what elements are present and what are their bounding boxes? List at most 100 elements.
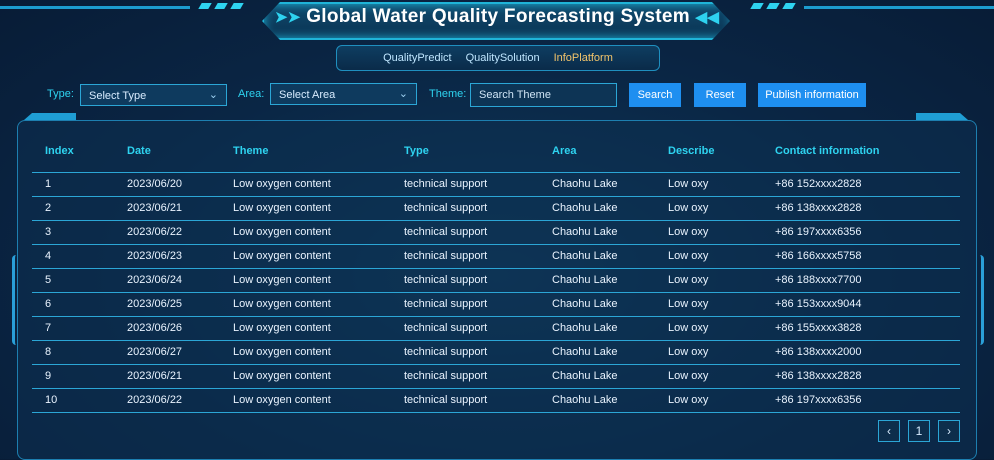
table-cell: 10 [45, 394, 58, 406]
theme-label: Theme: [429, 88, 467, 100]
page-number-button[interactable]: 1 [908, 420, 930, 442]
table-cell: +86 152xxxx2828 [775, 178, 862, 190]
table-row[interactable]: 9 2023/06/21 Low oxygen content technical s… [32, 365, 960, 389]
table-row[interactable]: 10 2023/06/22 Low oxygen content technical … [32, 389, 960, 413]
table-cell: 2023/06/21 [127, 370, 183, 382]
table-cell: technical support [404, 274, 488, 286]
table-cell: Low oxy [668, 298, 709, 310]
header: ➤➤ Global Water Quality Forecasting Syst… [0, 0, 994, 44]
type-label: Type: [47, 88, 74, 100]
table-cell: technical support [404, 394, 488, 406]
table-row[interactable]: 6 2023/06/25 Low oxygen content technical s… [32, 293, 960, 317]
title-arrows-right-icon: ◀◀ [695, 9, 720, 26]
table-body: 1 2023/06/20 Low oxygen content technical s… [32, 173, 960, 413]
table-cell: 2023/06/22 [127, 226, 183, 238]
table-cell: Chaohu Lake [552, 394, 618, 406]
table-cell: 2 [45, 202, 52, 214]
table-cell: Low oxy [668, 178, 709, 190]
chevron-right-icon: › [947, 424, 951, 438]
table-cell: +86 188xxxx7700 [775, 274, 862, 286]
table-cell: Chaohu Lake [552, 226, 618, 238]
table-row[interactable]: 3 2023/06/22 Low oxygen content technical s… [32, 221, 960, 245]
table-row[interactable]: 1 2023/06/20 Low oxygen content technical s… [32, 173, 960, 197]
table-cell: 2023/06/20 [127, 178, 183, 190]
panel-corner-left [24, 113, 76, 120]
nav-tabs: QualityPredict QualitySolution InfoPlatf… [336, 45, 660, 71]
table-cell: Low oxygen content [233, 322, 331, 334]
table-cell: 2023/06/26 [127, 322, 183, 334]
table-cell: Low oxy [668, 370, 709, 382]
theme-search-input[interactable] [470, 83, 617, 107]
table-row[interactable]: 4 2023/06/23 Low oxygen content technical s… [32, 245, 960, 269]
chevron-down-icon: ⌄ [208, 89, 218, 101]
column-header: Theme [233, 145, 269, 157]
column-header: Contact information [775, 145, 880, 157]
table-cell: Low oxygen content [233, 178, 331, 190]
table-cell: Low oxygen content [233, 370, 331, 382]
filter-bar: Type: Select Type ⌄ Area: Select Area ⌄ … [47, 83, 977, 107]
table-cell: 6 [45, 298, 52, 310]
table-cell: technical support [404, 298, 488, 310]
table-cell: Low oxy [668, 202, 709, 214]
table-cell: 2023/06/24 [127, 274, 183, 286]
prev-page-button[interactable]: ‹ [878, 420, 900, 442]
table-cell: 8 [45, 346, 52, 358]
page-title-text: Global Water Quality Forecasting System [306, 6, 690, 27]
table-cell: Low oxygen content [233, 346, 331, 358]
table-cell: +86 138xxxx2000 [775, 346, 862, 358]
table-row[interactable]: 2 2023/06/21 Low oxygen content technical s… [32, 197, 960, 221]
table-cell: 2023/06/21 [127, 202, 183, 214]
search-button[interactable]: Search [629, 83, 681, 107]
column-header: Describe [668, 145, 715, 157]
table-cell: technical support [404, 226, 488, 238]
area-select[interactable]: Select Area ⌄ [270, 83, 417, 105]
table-row[interactable]: 8 2023/06/27 Low oxygen content technical s… [32, 341, 960, 365]
table-cell: Low oxy [668, 394, 709, 406]
table-row[interactable]: 5 2023/06/24 Low oxygen content technical s… [32, 269, 960, 293]
panel-corner-right [916, 113, 968, 120]
table-cell: Low oxy [668, 250, 709, 262]
tab-quality-predict[interactable]: QualityPredict [383, 52, 451, 64]
table-cell: Low oxy [668, 346, 709, 358]
next-page-button[interactable]: › [938, 420, 960, 442]
publish-information-button[interactable]: Publish information [758, 83, 866, 107]
table-cell: Chaohu Lake [552, 322, 618, 334]
area-select-value: Select Area [279, 89, 336, 101]
table-header: Index Date Theme Type Area Describe Contact in… [32, 140, 960, 173]
table-cell: +86 197xxxx6356 [775, 394, 862, 406]
tab-quality-solution[interactable]: QualitySolution [466, 52, 540, 64]
table-cell: Low oxygen content [233, 202, 331, 214]
chevron-down-icon: ⌄ [398, 88, 408, 100]
table-cell: +86 138xxxx2828 [775, 370, 862, 382]
table-cell: +86 166xxxx5758 [775, 250, 862, 262]
table-cell: Chaohu Lake [552, 346, 618, 358]
tab-info-platform[interactable]: InfoPlatform [554, 52, 613, 64]
table-cell: +86 197xxxx6356 [775, 226, 862, 238]
table-row[interactable]: 7 2023/06/26 Low oxygen content technical s… [32, 317, 960, 341]
table-cell: Chaohu Lake [552, 202, 618, 214]
table-cell: 7 [45, 322, 52, 334]
table-cell: Chaohu Lake [552, 298, 618, 310]
table-cell: 9 [45, 370, 52, 382]
table-cell: +86 153xxxx9044 [775, 298, 862, 310]
table-cell: Low oxy [668, 274, 709, 286]
table-cell: technical support [404, 250, 488, 262]
info-table: Index Date Theme Type Area Describe Contact in… [32, 140, 960, 413]
type-select[interactable]: Select Type ⌄ [80, 84, 227, 106]
table-cell: +86 155xxxx3828 [775, 322, 862, 334]
table-cell: Low oxy [668, 226, 709, 238]
table-cell: technical support [404, 370, 488, 382]
chevron-left-icon: ‹ [887, 424, 891, 438]
column-header: Area [552, 145, 577, 157]
type-select-value: Select Type [89, 90, 147, 102]
table-cell: Low oxygen content [233, 298, 331, 310]
table-cell: Low oxygen content [233, 394, 331, 406]
table-cell: Low oxygen content [233, 250, 331, 262]
table-cell: technical support [404, 178, 488, 190]
column-header: Date [127, 145, 151, 157]
column-header: Index [45, 145, 74, 157]
table-cell: 1 [45, 178, 52, 190]
reset-button[interactable]: Reset [694, 83, 746, 107]
table-cell: Low oxygen content [233, 274, 331, 286]
table-cell: Chaohu Lake [552, 250, 618, 262]
